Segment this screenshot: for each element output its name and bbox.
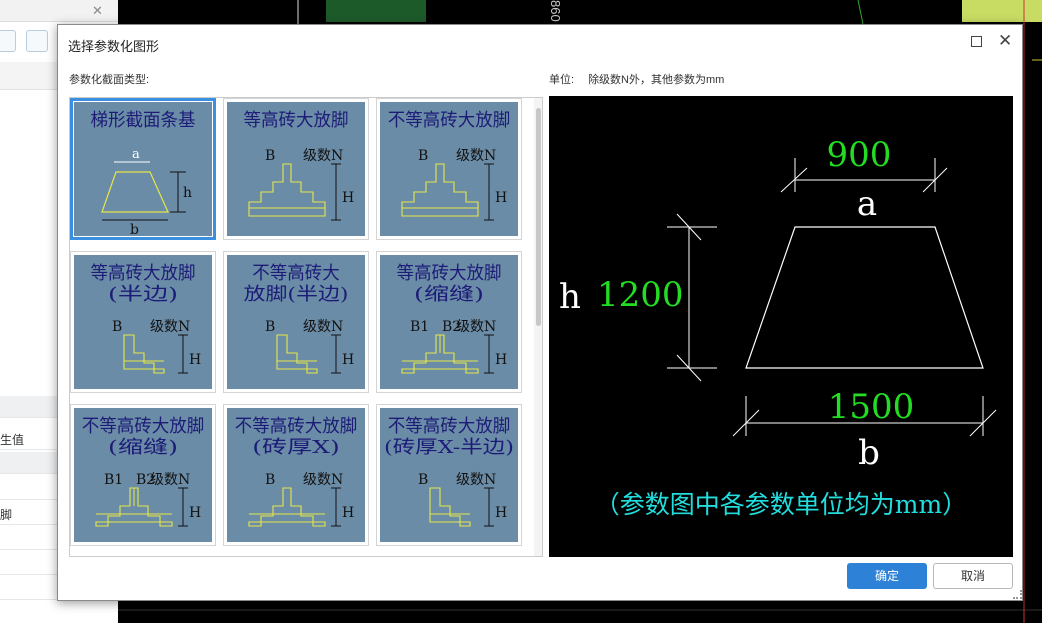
top-param: a (857, 184, 877, 224)
shape-thumbnail-drawing: 不等高砖大放脚(砖厚X) B 级数N H (235, 416, 358, 527)
dialog-title: 选择参数化图形 (68, 39, 160, 54)
close-icon[interactable]: ✕ (998, 31, 1012, 51)
param-label: 级数N (150, 472, 190, 488)
shape-gallery[interactable]: 梯形截面条基 a h b 等高砖大放脚 B 级数N H 不等高砖大放脚 B 级数N H 等高砖大放脚 (半… (69, 97, 543, 557)
shape-thumbnail-drawing: 不等高砖大放脚 B 级数N H (388, 110, 511, 221)
unit-label: 单位: 除级数N外，其他参数为mm (549, 71, 724, 87)
shape-thumbnail: 不等高砖大放脚 (砖厚X) B 级数N H (227, 408, 365, 542)
unit-caption: 单位: (549, 74, 575, 86)
shape-thumbnail-drawing: 等高砖大放脚 B 级数N H (244, 110, 354, 221)
param-label: 级数N (150, 319, 190, 335)
shape-thumbnail-drawing: 等高砖大放脚(缩缝)B1 B2级数NH (397, 263, 507, 374)
shape-thumbnail-drawing: 不等高砖大放脚(砖厚X-半边) B 级数N H (384, 416, 514, 527)
property-label: 生值 (0, 433, 25, 447)
param-label: 级数N (456, 148, 496, 164)
param-label: H (495, 352, 507, 368)
shape-option[interactable]: 不等高砖大放脚 (砖厚X-半边) B 级数N H (376, 404, 522, 546)
param-label: 级数N (303, 319, 343, 335)
param-label: a (132, 147, 140, 162)
param-label: B (265, 148, 275, 164)
close-icon[interactable]: ✕ (92, 3, 103, 19)
shape-thumbnail: 不等高砖大放脚 (缩缝) B1 B2 级数N H (74, 408, 212, 542)
shape-thumbnail: 不等高砖大 放脚(半边) B 级数N H (227, 255, 365, 389)
shape-title: (砖厚X) (252, 437, 340, 458)
shape-thumbnail-drawing: 梯形截面条基 a h b (91, 110, 196, 236)
shape-thumbnail: 梯形截面条基 a h b (74, 102, 212, 236)
unit-note: （参数图中各参数单位均为mm） (595, 490, 967, 519)
shape-thumbnail: 不等高砖大放脚 B 级数N H (380, 102, 518, 236)
param-label: H (189, 352, 201, 368)
shape-option[interactable]: 不等高砖大放脚 B 级数N H (376, 98, 522, 240)
bottom-value: 1500 (828, 387, 915, 427)
shape-title: (砖厚X-半边) (384, 437, 514, 458)
shape-title: (半边) (108, 284, 178, 305)
param-label: H (342, 190, 354, 206)
shape-option[interactable]: 不等高砖大 放脚(半边) B 级数N H (223, 251, 369, 393)
param-label: B (265, 319, 275, 335)
shape-title: 不等高砖大放脚 (388, 416, 511, 437)
param-label: 级数N (303, 148, 343, 164)
param-label: H (189, 505, 201, 521)
bottom-param: b (858, 433, 880, 473)
shape-title: 等高砖大放脚 (397, 263, 502, 284)
shape-thumbnail-drawing: 不等高砖大放脚(半边) B 级数N H (244, 263, 354, 374)
param-label: h (183, 185, 192, 201)
param-label: 级数N (456, 319, 496, 335)
shape-thumbnail-drawing: 等高砖大放脚(半边) B 级数N H (91, 263, 201, 374)
shape-title: 不等高砖大 (252, 263, 340, 284)
param-label: H (495, 190, 507, 206)
left-panel-header: ✕ (0, 0, 118, 22)
shape-option[interactable]: 不等高砖大放脚 (砖厚X) B 级数N H (223, 404, 369, 546)
param-label: B (418, 148, 428, 164)
ok-button[interactable]: 确定 (847, 563, 927, 589)
shape-option[interactable]: 梯形截面条基 a h b (70, 98, 216, 240)
shape-title: 等高砖大放脚 (91, 263, 196, 284)
shape-thumbnail: 等高砖大放脚 (半边) B 级数N H (74, 255, 212, 389)
scrollbar-thumb[interactable] (536, 108, 541, 326)
param-label: 级数N (303, 472, 343, 488)
height-param: h (559, 277, 581, 317)
param-label: B (265, 472, 275, 488)
param-label: B (418, 472, 428, 488)
shape-title: 不等高砖大放脚 (82, 416, 205, 437)
param-label: H (342, 505, 354, 521)
param-label: B1 (410, 319, 429, 335)
param-label: B (112, 319, 122, 335)
shape-title: 等高砖大放脚 (244, 110, 349, 131)
unit-text: 除级数N外，其他参数为mm (588, 74, 725, 86)
cancel-button[interactable]: 取消 (933, 563, 1013, 589)
resize-grip-icon[interactable] (1013, 590, 1022, 599)
toolbar-button[interactable] (26, 30, 48, 52)
shape-thumbnail: 等高砖大放脚 B 级数N H (227, 102, 365, 236)
property-value: 脚 (0, 508, 13, 522)
param-label: H (495, 505, 507, 521)
shape-thumbnail: 等高砖大放脚 (缩缝) B1 B2 级数N H (380, 255, 518, 389)
shape-title: 梯形截面条基 (91, 110, 196, 131)
shape-thumbnail: 不等高砖大放脚 (砖厚X-半边) B 级数N H (380, 408, 518, 542)
shape-title: 不等高砖大放脚 (235, 416, 358, 437)
param-label: b (130, 222, 139, 236)
top-value: 900 (827, 135, 892, 175)
shape-option[interactable]: 等高砖大放脚 B 级数N H (223, 98, 369, 240)
shape-option[interactable]: 等高砖大放脚 (缩缝) B1 B2 级数N H (376, 251, 522, 393)
shape-thumbnail-drawing: 不等高砖大放脚(缩缝)B1 B2级数NH (82, 416, 205, 527)
maximize-icon[interactable] (971, 36, 982, 47)
shape-title: (缩缝) (108, 437, 178, 458)
preview-drawing: 900 a h 1200 1500 b （参数图中各参数单位均为mm） (559, 135, 997, 519)
height-value: 1200 (597, 275, 684, 315)
param-label: 级数N (456, 472, 496, 488)
toolbar-button[interactable] (0, 30, 16, 52)
shape-title: 放脚(半边) (244, 284, 349, 305)
section-type-label: 参数化截面类型: (69, 74, 150, 86)
param-label: B1 (104, 472, 123, 488)
shape-preview: 900 a h 1200 1500 b （参数图中各参数单位均为mm） (549, 96, 1013, 557)
shape-title: (缩缝) (414, 284, 484, 305)
shape-title: 不等高砖大放脚 (388, 110, 511, 131)
param-label: H (342, 352, 354, 368)
scrollbar[interactable] (534, 98, 542, 556)
select-parametric-shape-dialog: 选择参数化图形 ✕ 参数化截面类型: 单位: 除级数N外，其他参数为mm 梯形截面… (57, 24, 1023, 601)
shape-option[interactable]: 等高砖大放脚 (半边) B 级数N H (70, 251, 216, 393)
shape-option[interactable]: 不等高砖大放脚 (缩缝) B1 B2 级数N H (70, 404, 216, 546)
